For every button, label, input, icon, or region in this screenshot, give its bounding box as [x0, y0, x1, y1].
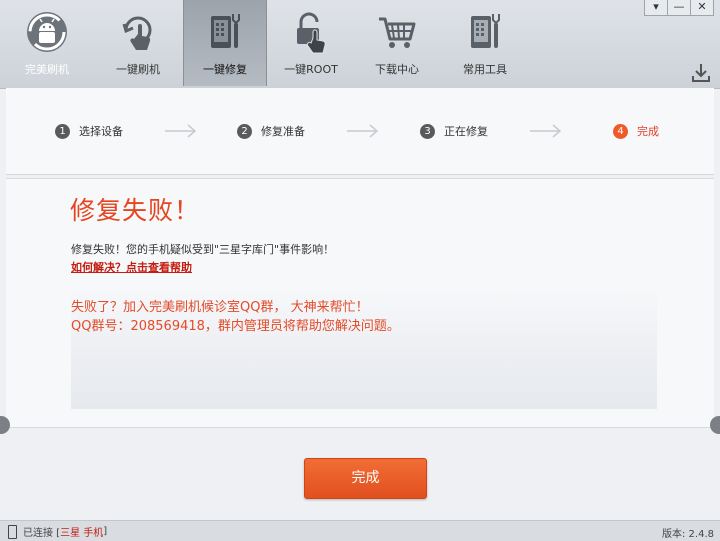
flash-hand-icon: [122, 16, 152, 50]
brand-logo: 完美刷机: [6, 0, 88, 86]
brand-name: 完美刷机: [25, 63, 69, 76]
step-label: 正在修复: [444, 125, 488, 138]
connected-label: 已连接 [: [23, 528, 61, 539]
step-arrow-icon: [347, 124, 379, 138]
step-label: 完成: [637, 125, 659, 138]
menu-dropdown-button[interactable]: ▾: [644, 0, 668, 16]
step-repair-prep: 2 修复准备: [237, 123, 305, 139]
step-repairing: 3 正在修复: [420, 123, 488, 139]
qq-group-invite: 失败了？加入完美刷机候诊室QQ群， 大神来帮忙！: [71, 300, 369, 315]
step-number: 2: [237, 123, 252, 139]
result-description: 修复失败！您的手机疑似受到"三星字库门"事件影响！: [71, 243, 335, 256]
step-done: 4 完成: [613, 123, 659, 139]
main-toolbar: 完美刷机 一键刷机 一键修复 一键ROOT 下载中心 常用工具 ▾ — ✕: [0, 0, 720, 89]
help-link[interactable]: 如何解决？点击查看帮助: [71, 259, 192, 275]
step-number: 1: [55, 123, 70, 139]
cart-icon: [379, 17, 416, 48]
tool-label: 一键刷机: [116, 63, 160, 76]
step-arrow-icon: [165, 124, 197, 138]
device-name: 三星 手机: [60, 528, 104, 539]
qq-group-number: QQ群号：208569418，群内管理员将帮助您解决问题。: [71, 319, 400, 334]
result-panel: 修复失败！ 修复失败！您的手机疑似受到"三星字库门"事件影响！ 如何解决？点击查…: [6, 178, 714, 428]
window-controls: ▾ — ✕: [644, 0, 714, 16]
bracket-close: ]: [103, 526, 108, 537]
tool-label: 常用工具: [463, 63, 507, 76]
tools-phone-icon: [471, 14, 500, 48]
tool-one-click-flash[interactable]: 一键刷机: [97, 0, 179, 86]
progress-steps: 1 选择设备 2 修复准备 3 正在修复 4 完成: [6, 88, 714, 175]
download-icon[interactable]: [690, 62, 712, 84]
tool-label: 下载中心: [375, 63, 419, 76]
step-label: 修复准备: [261, 125, 305, 138]
connection-status: 已连接 [ 三星 手机 ]: [8, 524, 107, 539]
tool-label: 一键ROOT: [284, 63, 338, 76]
tool-download-center[interactable]: 下载中心: [356, 0, 438, 86]
finish-button[interactable]: 完成: [304, 458, 427, 499]
tool-common-tools[interactable]: 常用工具: [444, 0, 526, 86]
result-title: 修复失败！: [70, 196, 201, 225]
tool-one-click-root[interactable]: 一键ROOT: [270, 0, 352, 86]
minimize-button[interactable]: —: [668, 0, 691, 16]
tool-one-click-repair[interactable]: 一键修复: [183, 0, 267, 86]
step-select-device: 1 选择设备: [55, 123, 123, 139]
step-label: 选择设备: [79, 125, 123, 138]
right-edge-handle: [710, 416, 720, 434]
step-number: 3: [420, 123, 435, 139]
close-button[interactable]: ✕: [691, 0, 714, 16]
status-bar: 已连接 [ 三星 手机 ] 版本: 2.4.8: [0, 520, 720, 541]
step-arrow-icon: [530, 124, 562, 138]
lock-hand-icon: [297, 12, 326, 54]
repair-phone-icon: [211, 14, 240, 48]
phone-icon: [8, 524, 17, 539]
version-label: 版本: 2.4.8: [662, 529, 714, 540]
android-refresh-icon: [27, 12, 67, 52]
tool-label: 一键修复: [203, 63, 247, 76]
step-number: 4: [613, 123, 628, 139]
